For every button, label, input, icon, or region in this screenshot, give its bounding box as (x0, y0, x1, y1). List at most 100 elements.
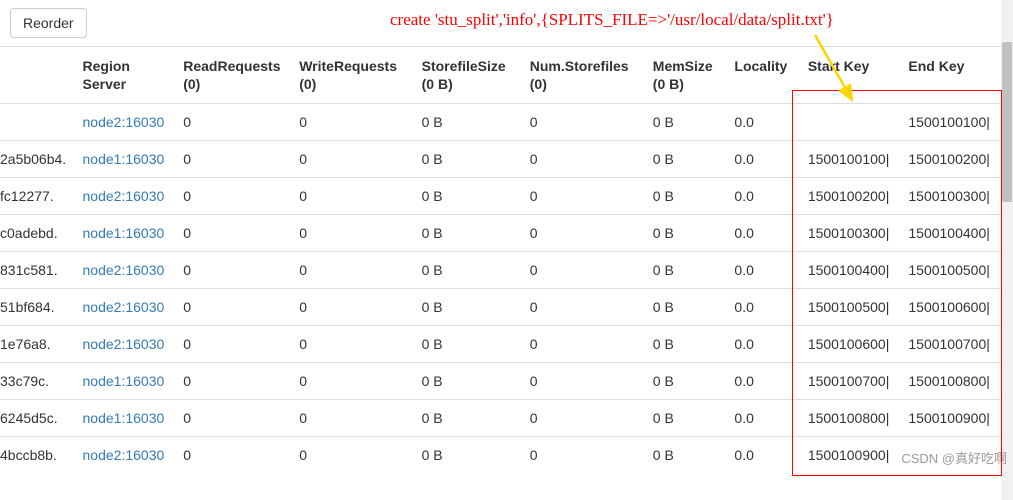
cell-num-storefiles: 0 (522, 141, 645, 178)
cell-storefile-size: 0 B (414, 400, 522, 437)
col-storefile-size-header: StorefileSize (0 B) (414, 47, 522, 104)
col-name-header (0, 47, 75, 104)
cell-storefile-size: 0 B (414, 363, 522, 400)
cell-server: node2:16030 (75, 104, 176, 141)
cell-server: node1:16030 (75, 363, 176, 400)
cell-num-storefiles: 0 (522, 289, 645, 326)
cell-name: fc12277. (0, 178, 75, 215)
table-row: 1e76a8.node2:16030000 B00 B0.01500100600… (0, 326, 1001, 363)
cell-read-requests: 0 (175, 178, 291, 215)
cell-locality: 0.0 (726, 215, 799, 252)
cell-start-key: 1500100700| (800, 363, 901, 400)
cell-name: 6245d5c. (0, 400, 75, 437)
cell-name: c0adebd. (0, 215, 75, 252)
table-header-row: Region Server ReadRequests (0) WriteRequ… (0, 47, 1001, 104)
cell-start-key: 1500100500| (800, 289, 901, 326)
table-row: 6245d5c.node1:16030000 B00 B0.0150010080… (0, 400, 1001, 437)
cell-mem-size: 0 B (645, 104, 727, 141)
cell-start-key: 1500100600| (800, 326, 901, 363)
col-write-requests-header: WriteRequests (0) (291, 47, 413, 104)
cell-name: 51bf684. (0, 289, 75, 326)
cell-server: node2:16030 (75, 326, 176, 363)
server-link[interactable]: node2:16030 (83, 114, 165, 130)
server-link[interactable]: node1:16030 (83, 410, 165, 426)
server-link[interactable]: node1:16030 (83, 225, 165, 241)
col-num-storefiles-header: Num.Storefiles (0) (522, 47, 645, 104)
cell-name: 33c79c. (0, 363, 75, 400)
server-link[interactable]: node2:16030 (83, 336, 165, 352)
server-link[interactable]: node2:16030 (83, 262, 165, 278)
cell-end-key: 1500100400| (900, 215, 1001, 252)
cell-server: node2:16030 (75, 289, 176, 326)
cell-storefile-size: 0 B (414, 326, 522, 363)
cell-read-requests: 0 (175, 104, 291, 141)
cell-start-key: 1500100300| (800, 215, 901, 252)
col-start-key-header: Start Key (800, 47, 901, 104)
cell-mem-size: 0 B (645, 363, 727, 400)
cell-read-requests: 0 (175, 326, 291, 363)
cell-write-requests: 0 (291, 363, 413, 400)
server-link[interactable]: node2:16030 (83, 447, 165, 463)
cell-num-storefiles: 0 (522, 400, 645, 437)
cell-name: 2a5b06b4. (0, 141, 75, 178)
cell-write-requests: 0 (291, 400, 413, 437)
cell-num-storefiles: 0 (522, 252, 645, 289)
cell-locality: 0.0 (726, 326, 799, 363)
col-locality-header: Locality (726, 47, 799, 104)
cell-end-key: 1500100500| (900, 252, 1001, 289)
reorder-button[interactable]: Reorder (10, 8, 87, 38)
cell-start-key: 1500100800| (800, 400, 901, 437)
cell-mem-size: 0 B (645, 400, 727, 437)
cell-end-key: 1500100300| (900, 178, 1001, 215)
table-row: fc12277.node2:16030000 B00 B0.0150010020… (0, 178, 1001, 215)
cell-locality: 0.0 (726, 141, 799, 178)
col-region-server-header: Region Server (75, 47, 176, 104)
cell-end-key: 1500100700| (900, 326, 1001, 363)
table-row: 831c581.node2:16030000 B00 B0.0150010040… (0, 252, 1001, 289)
cell-mem-size: 0 B (645, 215, 727, 252)
server-link[interactable]: node1:16030 (83, 151, 165, 167)
cell-name: 831c581. (0, 252, 75, 289)
cell-storefile-size: 0 B (414, 104, 522, 141)
toolbar: Reorder create 'stu_split','info',{SPLIT… (0, 0, 1001, 47)
cell-locality: 0.0 (726, 252, 799, 289)
cell-mem-size: 0 B (645, 289, 727, 326)
cell-storefile-size: 0 B (414, 215, 522, 252)
cell-locality: 0.0 (726, 437, 799, 474)
scrollbar[interactable] (1001, 0, 1013, 500)
table-row: 4bccb8b.node2:16030000 B00 B0.0150010090… (0, 437, 1001, 474)
cell-end-key: 1500100200| (900, 141, 1001, 178)
cell-write-requests: 0 (291, 141, 413, 178)
cell-write-requests: 0 (291, 215, 413, 252)
cell-server: node1:16030 (75, 400, 176, 437)
col-end-key-header: End Key (900, 47, 1001, 104)
col-mem-size-header: MemSize (0 B) (645, 47, 727, 104)
cell-end-key: 1500100100| (900, 104, 1001, 141)
table-row: 2a5b06b4.node1:16030000 B00 B0.015001001… (0, 141, 1001, 178)
cell-server: node1:16030 (75, 141, 176, 178)
cell-mem-size: 0 B (645, 437, 727, 474)
cell-write-requests: 0 (291, 252, 413, 289)
server-link[interactable]: node2:16030 (83, 188, 165, 204)
scrollbar-thumb[interactable] (1002, 42, 1012, 202)
table-row: node2:16030000 B00 B0.01500100100| (0, 104, 1001, 141)
cell-locality: 0.0 (726, 104, 799, 141)
cell-num-storefiles: 0 (522, 215, 645, 252)
cell-storefile-size: 0 B (414, 178, 522, 215)
cell-server: node2:16030 (75, 178, 176, 215)
cell-storefile-size: 0 B (414, 141, 522, 178)
regions-table: Region Server ReadRequests (0) WriteRequ… (0, 47, 1001, 473)
server-link[interactable]: node1:16030 (83, 373, 165, 389)
cell-name: 1e76a8. (0, 326, 75, 363)
server-link[interactable]: node2:16030 (83, 299, 165, 315)
cell-write-requests: 0 (291, 289, 413, 326)
cell-start-key (800, 104, 901, 141)
cell-end-key: 1500100800| (900, 363, 1001, 400)
table-row: 51bf684.node2:16030000 B00 B0.0150010050… (0, 289, 1001, 326)
cell-locality: 0.0 (726, 363, 799, 400)
cell-locality: 0.0 (726, 289, 799, 326)
cell-locality: 0.0 (726, 178, 799, 215)
cell-server: node1:16030 (75, 215, 176, 252)
cell-write-requests: 0 (291, 178, 413, 215)
cell-read-requests: 0 (175, 363, 291, 400)
